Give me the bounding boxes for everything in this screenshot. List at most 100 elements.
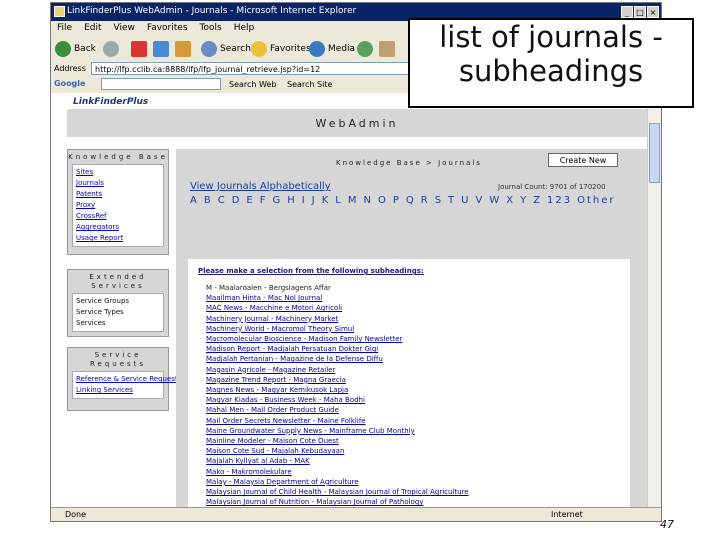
menu-favorites[interactable]: Favorites (141, 21, 194, 35)
minimize-button[interactable]: _ (621, 6, 633, 18)
letter-link[interactable]: C (218, 195, 227, 206)
search-button[interactable]: Search (201, 40, 251, 58)
forward-button[interactable] (103, 40, 122, 58)
letter-link[interactable]: B (204, 195, 213, 206)
letter-link[interactable]: F (260, 195, 268, 206)
letter-link[interactable]: I (302, 195, 307, 206)
letter-link[interactable]: Q (406, 195, 416, 206)
subheading-link[interactable]: Machinery World - Macromol Theory Simul (206, 324, 469, 334)
letter-link[interactable]: A (190, 195, 199, 206)
google-search-input[interactable] (101, 78, 221, 90)
letter-link[interactable]: V (475, 195, 484, 206)
letter-link[interactable]: N (363, 195, 372, 206)
favorites-button[interactable]: Favorites (251, 40, 311, 58)
sidebar-item-crossref[interactable]: CrossRef (76, 211, 160, 222)
linkfinder-logo: LinkFinderPlus (73, 97, 149, 107)
subheading-link[interactable]: Mako - Makromolekulare (206, 467, 469, 477)
stop-button[interactable] (131, 40, 150, 58)
letter-link[interactable]: R (421, 195, 430, 206)
letter-link[interactable]: L (335, 195, 343, 206)
letter-link[interactable]: S (435, 195, 443, 206)
subheading-link[interactable]: Magyar Kiadas - Business Week - Maha Bod… (206, 395, 469, 405)
media-button[interactable]: Media (309, 40, 355, 58)
create-new-button[interactable]: Create New (548, 153, 618, 167)
subheading-link[interactable]: Maison Cote Sud - Majalah Kebudayaan (206, 446, 469, 456)
search-web-button[interactable]: Search Web (229, 80, 276, 89)
subheading-link[interactable]: Magasin Agricole - Magazine Retailer (206, 365, 469, 375)
sidebar-item-reference-requests[interactable]: Reference & Service Requests (76, 374, 181, 385)
subheading-link[interactable]: MAC News - Macchine e Motori Agricoli (206, 303, 469, 313)
subheading-link[interactable]: Malaysian Journal of Nutrition - Malaysi… (206, 497, 469, 507)
history-button[interactable] (357, 40, 376, 58)
letter-link[interactable]: K (322, 195, 331, 206)
subheading-link[interactable]: Magnes News - Magyar Kemikusok Lapja (206, 385, 469, 395)
window-title: LinkFinderPlus WebAdmin - Journals - Mic… (67, 6, 357, 16)
letter-link[interactable]: W (489, 195, 501, 206)
menu-edit[interactable]: Edit (78, 21, 107, 35)
service-requests-panel: Service Requests Reference & Service Req… (67, 347, 181, 411)
panel-title: Knowledge Base (68, 153, 168, 161)
sidebar-item-proxy[interactable]: Proxy (76, 200, 160, 211)
menu-file[interactable]: File (51, 21, 78, 35)
home-button[interactable] (175, 40, 194, 58)
view-journals-link[interactable]: View Journals Alphabetically (190, 181, 331, 192)
letter-link[interactable]: M (348, 195, 359, 206)
mail-icon (379, 41, 395, 57)
letter-link[interactable]: T (448, 195, 456, 206)
sidebar-item-usage-report[interactable]: Usage Report (76, 233, 160, 244)
subheading-link[interactable]: Madjalah Pertanian - Magazine de la Defe… (206, 354, 469, 364)
subheading-link[interactable]: Malaysian Journal of Child Health - Mala… (206, 487, 469, 497)
maximize-button[interactable]: □ (634, 6, 646, 18)
letter-link[interactable]: Z (533, 195, 542, 206)
subheading-link[interactable]: Majalah Kyllyat al Adab - MAK (206, 456, 469, 466)
subheading-link[interactable]: Machinery Journal - Machinery Market (206, 314, 469, 324)
sidebar-item-service-types[interactable]: Service Types (76, 307, 160, 318)
subheading-link[interactable]: Mahal Men - Mail Order Product Guide (206, 405, 469, 415)
letter-link[interactable]: E (246, 195, 254, 206)
menu-tools[interactable]: Tools (194, 21, 228, 35)
subheading-link[interactable]: Madison Report - Madjalah Persatuan Dokt… (206, 344, 469, 354)
subheading-link[interactable]: Maailman Hinta - Mac Nol Journal (206, 293, 469, 303)
scrollbar-thumb[interactable] (649, 123, 660, 183)
sidebar-item-service-groups[interactable]: Service Groups (76, 296, 160, 307)
mail-button[interactable] (379, 40, 398, 58)
sidebar-item-aggregators[interactable]: Aggregators (76, 222, 160, 233)
subheading-link[interactable]: Malay - Malaysia Department of Agricultu… (206, 477, 469, 487)
subheading-link[interactable]: Mail Order Secrets Newsletter - Maine Fo… (206, 416, 469, 426)
back-button[interactable]: Back (55, 40, 96, 58)
letter-link[interactable]: H (287, 195, 297, 206)
journal-count: Journal Count: 9701 of 170200 (498, 183, 606, 191)
refresh-button[interactable] (153, 40, 172, 58)
list-heading: Please make a selection from the followi… (198, 267, 424, 275)
sidebar-item-linking-services[interactable]: Linking Services (76, 385, 160, 396)
subheading-link[interactable]: Magazine Trend Report - Magna Graecia (206, 375, 469, 385)
menu-view[interactable]: View (108, 21, 141, 35)
address-input[interactable]: http://lfp.cclib.ca:8888/lfp/lfp_journal… (91, 62, 421, 75)
letter-link[interactable]: Other (577, 195, 615, 206)
status-text: Done (65, 510, 87, 519)
sidebar-item-journals[interactable]: Journals (76, 178, 160, 189)
letter-link[interactable]: G (273, 195, 283, 206)
letter-link[interactable]: U (461, 195, 470, 206)
status-bar: Done Internet (51, 507, 661, 521)
subheading-link[interactable]: Macromolecular Bioscience - Madison Fami… (206, 334, 469, 344)
sidebar-item-sites[interactable]: Sites (76, 167, 160, 178)
history-icon (357, 41, 373, 57)
close-button[interactable]: × (647, 6, 659, 18)
sidebar-item-services[interactable]: Services (76, 318, 160, 329)
subheading-link[interactable]: Maine Groundwater Supply News - Mainfram… (206, 426, 469, 436)
vertical-scrollbar[interactable] (647, 93, 661, 507)
subheading-link[interactable]: M - Maalaroalen - Bergslagens Affar (206, 283, 469, 293)
letter-link[interactable]: O (378, 195, 388, 206)
subheading-link[interactable]: Mainline Modeler - Maison Cote Ouest (206, 436, 469, 446)
menu-help[interactable]: Help (228, 21, 261, 35)
media-icon (309, 41, 325, 57)
letter-link[interactable]: X (506, 195, 515, 206)
letter-link[interactable]: Y (520, 195, 528, 206)
sidebar-item-patents[interactable]: Patents (76, 189, 160, 200)
letter-link[interactable]: P (393, 195, 401, 206)
letter-link[interactable]: J (312, 195, 317, 206)
letter-link[interactable]: D (232, 195, 242, 206)
search-site-button[interactable]: Search Site (287, 80, 332, 89)
letter-link[interactable]: 123 (547, 195, 572, 206)
